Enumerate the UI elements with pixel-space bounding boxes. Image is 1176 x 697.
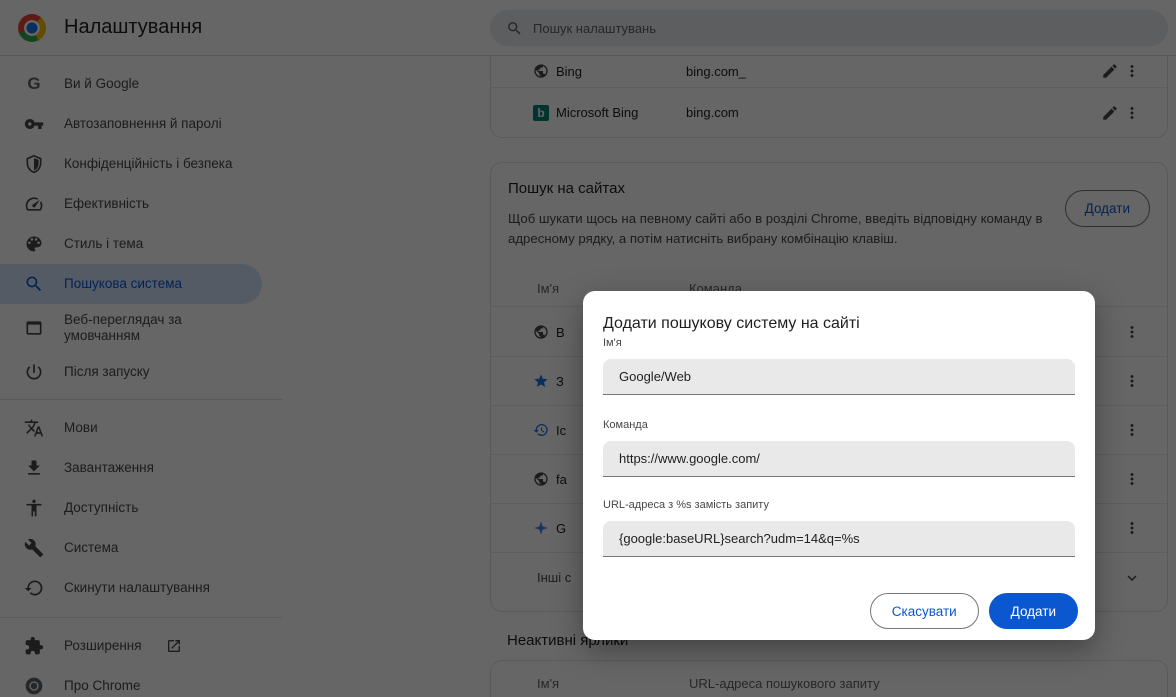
add-button[interactable]: Додати xyxy=(989,593,1078,629)
dialog-buttons: Скасувати Додати xyxy=(870,593,1078,629)
add-site-search-dialog: Додати пошукову систему на сайті Ім'я Ко… xyxy=(583,291,1095,640)
chrome-settings-page: Налаштування Пошук налаштувань G Ви й Go… xyxy=(0,0,1176,697)
dialog-title: Додати пошукову систему на сайті xyxy=(603,315,860,333)
command-field[interactable] xyxy=(603,441,1075,477)
command-label: Команда xyxy=(603,419,648,431)
name-label: Ім'я xyxy=(603,337,622,349)
name-field[interactable] xyxy=(603,359,1075,395)
url-field[interactable] xyxy=(603,521,1075,557)
url-label: URL-адреса з %s замість запиту xyxy=(603,499,769,511)
cancel-button[interactable]: Скасувати xyxy=(870,593,979,629)
